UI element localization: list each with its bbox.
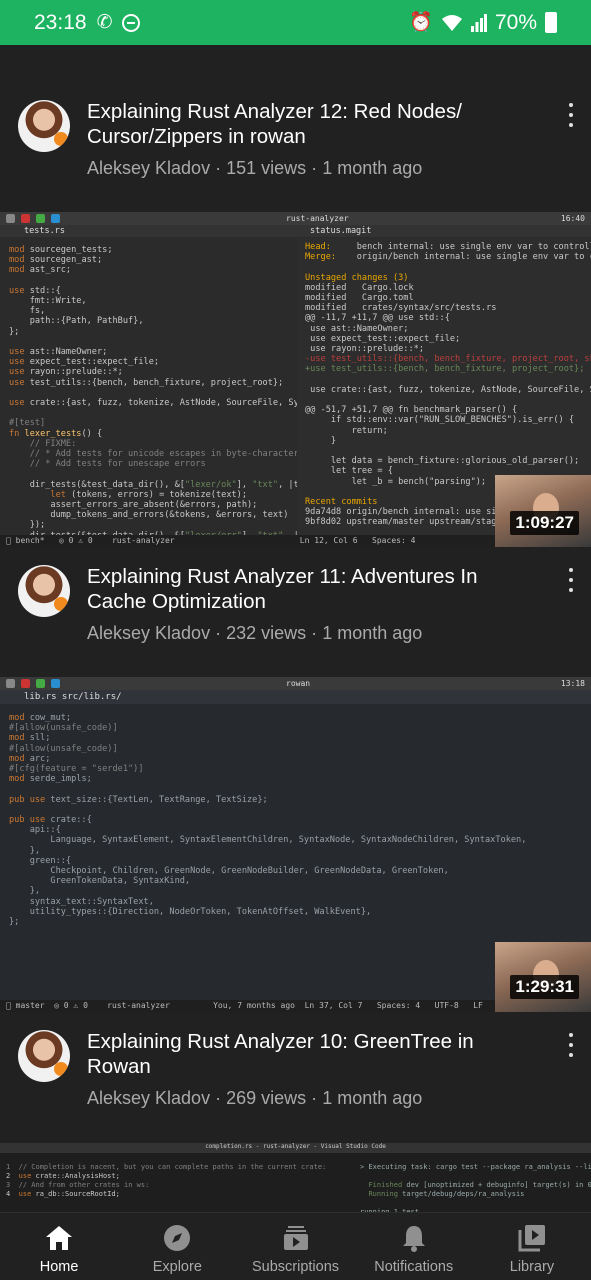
bottom-navigation: Home Explore Subscriptions Notifications… <box>0 1212 591 1280</box>
wifi-icon <box>441 14 462 31</box>
more-options-icon[interactable] <box>566 103 576 127</box>
video-thumbnail[interactable]: completion.rs - rust-analyzer - Visual S… <box>0 1143 591 1212</box>
upload-age: 1 month ago <box>322 623 423 643</box>
channel-avatar[interactable] <box>18 100 70 152</box>
nav-label: Explore <box>152 1259 202 1275</box>
app-icon <box>36 679 45 688</box>
nav-home[interactable]: Home <box>0 1213 118 1280</box>
nav-label: Library <box>509 1259 555 1275</box>
more-options-icon[interactable] <box>566 1033 576 1057</box>
thumb-window-title: completion.rs - rust-analyzer - Visual S… <box>0 1143 591 1153</box>
battery-icon <box>545 12 557 33</box>
video-item[interactable]: Explaining Rust Analyzer 10: GreenTree i… <box>0 1023 591 1143</box>
upload-age: 1 month ago <box>322 158 423 178</box>
separator: · <box>215 1088 222 1108</box>
view-count: 269 views <box>226 1088 307 1108</box>
library-icon <box>517 1223 547 1253</box>
video-thumbnail[interactable]: rowan 13:18 lib.rs src/lib.rs/ mod cow_m… <box>0 677 591 1012</box>
nav-label: Home <box>39 1259 79 1275</box>
app-icon <box>51 214 60 223</box>
upload-age: 1 month ago <box>322 1088 423 1108</box>
channel-avatar[interactable] <box>18 565 70 617</box>
video-item[interactable]: Explaining Rust Analyzer 12: Red Nodes/ … <box>0 93 591 213</box>
nav-subscriptions[interactable]: Subscriptions <box>236 1213 354 1280</box>
app-icon <box>6 214 15 223</box>
channel-avatar[interactable] <box>18 1030 70 1082</box>
video-thumbnail[interactable]: rust-analyzer 16:40 tests.rs status.magi… <box>0 212 591 547</box>
nav-library[interactable]: Library <box>473 1213 591 1280</box>
video-title[interactable]: Explaining Rust Analyzer 11: Adventures … <box>87 564 527 614</box>
thumb-window-title: rust-analyzer <box>286 214 349 223</box>
video-duration: 1:09:27 <box>510 511 579 535</box>
nav-label: Notifications <box>374 1259 454 1275</box>
separator: · <box>311 1088 318 1108</box>
code-pane: mod cow_mut; #[allow(unsafe_code)] mod s… <box>9 713 527 928</box>
thumb-tab-left: lib.rs src/lib.rs/ <box>0 690 591 704</box>
do-not-disturb-icon <box>122 13 141 32</box>
channel-name: Aleksey Kladov <box>87 623 211 643</box>
app-icon <box>36 214 45 223</box>
phone-icon: ✆ <box>96 12 113 33</box>
video-title[interactable]: Explaining Rust Analyzer 10: GreenTree i… <box>87 1029 527 1079</box>
thumb-topbar: rust-analyzer 16:40 <box>0 212 591 225</box>
video-title[interactable]: Explaining Rust Analyzer 12: Red Nodes/ … <box>87 99 527 149</box>
video-feed[interactable]: Explaining Rust Analyzer 12: Red Nodes/ … <box>0 45 591 1212</box>
thumb-clock: 13:18 <box>560 679 585 688</box>
status-bar: 23:18 ✆ ⏰ 70% <box>0 0 591 45</box>
separator: · <box>311 158 318 178</box>
video-duration: 1:29:31 <box>510 975 579 999</box>
video-subtitle: Aleksey Kladov · 269 views · 1 month ago <box>87 1088 422 1109</box>
nav-label: Subscriptions <box>251 1259 340 1275</box>
status-time: 23:18 <box>34 10 87 34</box>
video-item[interactable]: Explaining Rust Analyzer 11: Adventures … <box>0 558 591 678</box>
thumb-tab-left: tests.rs <box>0 225 296 237</box>
home-icon <box>44 1223 74 1253</box>
video-subtitle: Aleksey Kladov · 151 views · 1 month ago <box>87 158 422 179</box>
alarm-icon: ⏰ <box>409 12 433 33</box>
battery-percent: 70% <box>494 10 537 34</box>
thumb-window-title: rowan <box>286 679 311 688</box>
nav-notifications[interactable]: Notifications <box>355 1213 473 1280</box>
app-icon <box>51 679 60 688</box>
channel-name: Aleksey Kladov <box>87 158 211 178</box>
app-icon <box>21 679 30 688</box>
signal-icon <box>470 13 487 32</box>
code-pane: 1 // Completion is nacent, but you can c… <box>6 1163 327 1198</box>
channel-name: Aleksey Kladov <box>87 1088 211 1108</box>
thumb-tab-right: status.magit <box>296 225 591 237</box>
separator: · <box>215 158 222 178</box>
nav-explore[interactable]: Explore <box>118 1213 236 1280</box>
view-count: 151 views <box>226 158 307 178</box>
compass-icon <box>162 1223 192 1253</box>
video-subtitle: Aleksey Kladov · 232 views · 1 month ago <box>87 623 422 644</box>
separator: · <box>215 623 222 643</box>
thumb-clock: 16:40 <box>560 214 585 223</box>
code-pane-left: mod sourcegen_tests; mod sourcegen_ast; … <box>9 245 346 541</box>
thumb-topbar: rowan 13:18 <box>0 677 591 690</box>
terminal-pane: > Executing task: cargo test --package r… <box>360 1163 591 1212</box>
separator: · <box>311 623 318 643</box>
subscriptions-icon <box>281 1223 311 1253</box>
app-icon <box>21 214 30 223</box>
view-count: 232 views <box>226 623 307 643</box>
bell-icon <box>399 1223 429 1253</box>
more-options-icon[interactable] <box>566 568 576 592</box>
app-icon <box>6 679 15 688</box>
